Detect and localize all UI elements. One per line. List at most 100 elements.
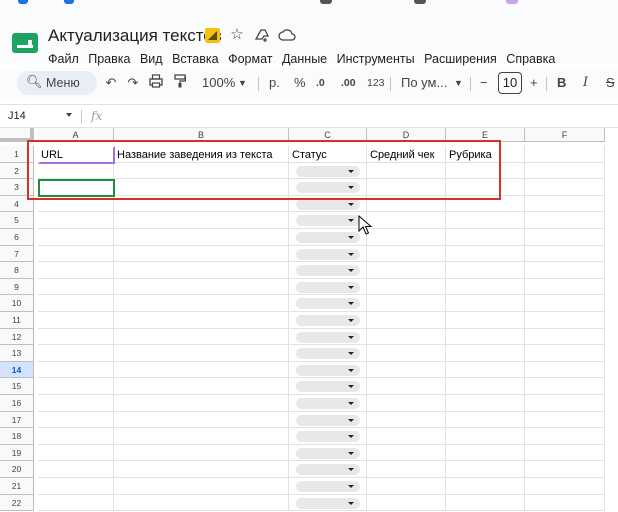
cell-b22[interactable]: [114, 494, 289, 512]
cell-b1[interactable]: Название заведения из текста: [114, 146, 289, 163]
menu-format[interactable]: Формат: [228, 52, 272, 66]
status-dropdown-chip[interactable]: [296, 315, 360, 326]
cell-d9[interactable]: [367, 278, 446, 296]
cell-f1[interactable]: [525, 146, 605, 163]
cell-a21[interactable]: [38, 478, 114, 495]
row-header-12[interactable]: 12: [0, 328, 34, 346]
cell-f5[interactable]: [525, 212, 605, 229]
menu-file[interactable]: Файл: [48, 52, 79, 66]
cell-f20[interactable]: [525, 461, 605, 478]
cell-a2[interactable]: [38, 162, 114, 180]
cell-a9[interactable]: [38, 278, 114, 296]
cell-e7[interactable]: [446, 245, 525, 263]
cell-a18[interactable]: [38, 428, 114, 445]
cell-a14[interactable]: [38, 361, 114, 379]
status-dropdown-chip[interactable]: [296, 464, 360, 476]
cell-d18[interactable]: [367, 428, 446, 445]
cell-e11[interactable]: [446, 312, 525, 329]
cell-e1[interactable]: Рубрика: [446, 146, 525, 163]
menu-help[interactable]: Справка: [506, 52, 555, 66]
cell-f21[interactable]: [525, 478, 605, 495]
cell-e9[interactable]: [446, 278, 525, 296]
column-header-d[interactable]: D: [367, 128, 446, 142]
row-header-14[interactable]: 14: [0, 361, 34, 379]
cell-a17[interactable]: [38, 411, 114, 429]
document-title[interactable]: Актуализация текстов: [48, 26, 222, 46]
more-formats-button[interactable]: 123: [367, 74, 385, 92]
cell-e16[interactable]: [446, 395, 525, 412]
status-dropdown-chip[interactable]: [296, 182, 360, 194]
cell-b2[interactable]: [114, 162, 289, 180]
row-header-5[interactable]: 5: [0, 212, 34, 229]
cloud-status-icon[interactable]: [278, 27, 296, 43]
cell-b3[interactable]: [114, 179, 289, 196]
status-dropdown-chip[interactable]: [296, 198, 360, 210]
cell-f11[interactable]: [525, 312, 605, 329]
percent-format-button[interactable]: %: [294, 74, 306, 92]
cell-d10[interactable]: [367, 295, 446, 312]
cell-e8[interactable]: [446, 262, 525, 279]
cell-d3[interactable]: [367, 179, 446, 196]
star-icon[interactable]: ☆: [229, 27, 245, 43]
cell-b10[interactable]: [114, 295, 289, 312]
cell-e19[interactable]: [446, 444, 525, 462]
cell-f2[interactable]: [525, 162, 605, 180]
name-box[interactable]: J14: [8, 110, 26, 122]
cell-b5[interactable]: [114, 212, 289, 229]
cell-d11[interactable]: [367, 312, 446, 329]
cell-f4[interactable]: [525, 195, 605, 213]
row-header-18[interactable]: 18: [0, 428, 34, 445]
cell-a7[interactable]: [38, 245, 114, 263]
status-dropdown-chip[interactable]: [296, 398, 360, 409]
cell-d16[interactable]: [367, 395, 446, 412]
font-chevron-icon[interactable]: ▼: [454, 74, 463, 92]
redo-icon[interactable]: ↷: [126, 74, 140, 92]
status-dropdown-chip[interactable]: [296, 348, 360, 360]
font-select[interactable]: По ум...: [401, 74, 447, 92]
cell-f12[interactable]: [525, 328, 605, 346]
spreadsheet-grid[interactable]: A B C D E F 1 URL Название заведения из текста Ст…: [0, 128, 618, 512]
cell-a13[interactable]: [38, 345, 114, 362]
row-header-13[interactable]: 13: [0, 345, 34, 362]
cell-a8[interactable]: [38, 262, 114, 279]
move-to-drive-icon[interactable]: [254, 27, 270, 43]
cell-a12[interactable]: [38, 328, 114, 346]
cell-e4[interactable]: [446, 195, 525, 213]
bold-button[interactable]: B: [557, 74, 566, 92]
cell-f6[interactable]: [525, 229, 605, 246]
row-header-21[interactable]: 21: [0, 478, 34, 495]
cell-a6[interactable]: [38, 229, 114, 246]
decrease-decimal-button[interactable]: .0: [316, 74, 325, 92]
cell-f7[interactable]: [525, 245, 605, 263]
cell-f8[interactable]: [525, 262, 605, 279]
increase-decimal-button[interactable]: .00: [341, 74, 356, 92]
row-header-8[interactable]: 8: [0, 262, 34, 279]
status-dropdown-chip[interactable]: [296, 481, 360, 492]
column-header-a[interactable]: A: [38, 128, 114, 142]
cell-d22[interactable]: [367, 494, 446, 512]
undo-icon[interactable]: ↶: [104, 74, 118, 92]
cell-e10[interactable]: [446, 295, 525, 312]
cell-f19[interactable]: [525, 444, 605, 462]
row-header-1[interactable]: 1: [0, 146, 34, 163]
cell-b12[interactable]: [114, 328, 289, 346]
cell-f10[interactable]: [525, 295, 605, 312]
cell-e6[interactable]: [446, 229, 525, 246]
cell-d20[interactable]: [367, 461, 446, 478]
cell-f22[interactable]: [525, 494, 605, 512]
row-header-10[interactable]: 10: [0, 295, 34, 312]
cell-d12[interactable]: [367, 328, 446, 346]
cell-e18[interactable]: [446, 428, 525, 445]
cell-d17[interactable]: [367, 411, 446, 429]
cell-a1[interactable]: URL: [38, 146, 114, 163]
cell-b14[interactable]: [114, 361, 289, 379]
print-icon[interactable]: [148, 74, 164, 93]
cell-d21[interactable]: [367, 478, 446, 495]
cell-d19[interactable]: [367, 444, 446, 462]
cell-f16[interactable]: [525, 395, 605, 412]
row-header-3[interactable]: 3: [0, 179, 34, 196]
cell-a5[interactable]: [38, 212, 114, 229]
cell-d8[interactable]: [367, 262, 446, 279]
row-header-19[interactable]: 19: [0, 444, 34, 462]
status-dropdown-chip[interactable]: [296, 298, 360, 310]
